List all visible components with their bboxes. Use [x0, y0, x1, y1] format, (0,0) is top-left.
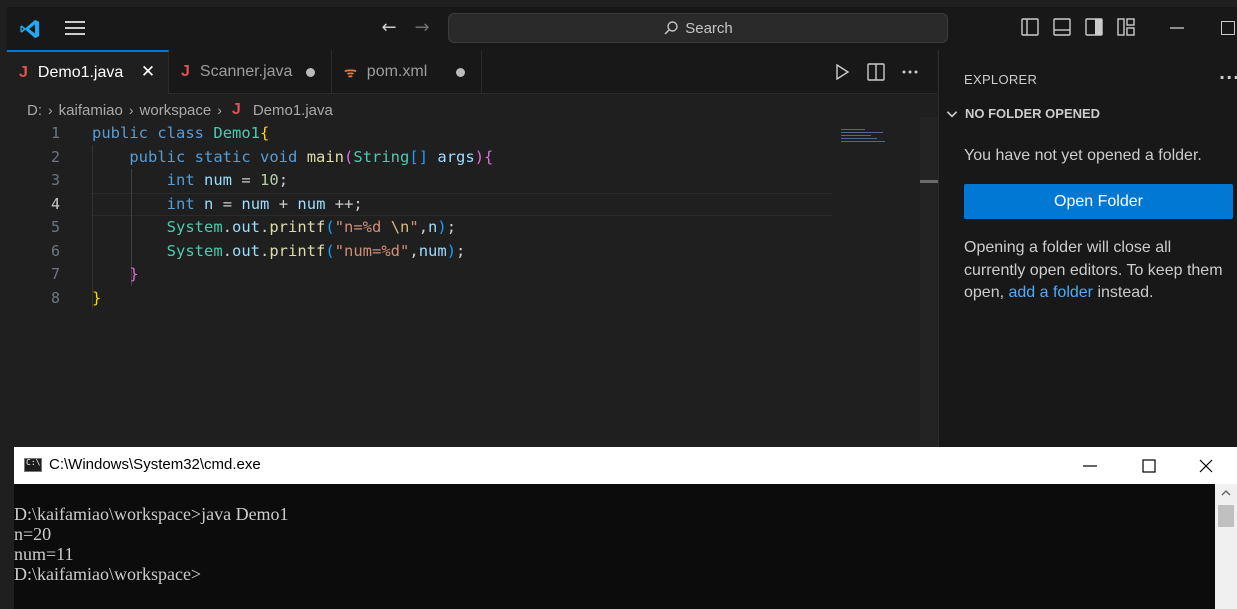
editor-scrollbar-thumb[interactable]: [920, 180, 938, 183]
tab-label: Demo1.java: [37, 64, 124, 81]
cmd-console-output[interactable]: D:\kaifamiao\workspace>java Demo1 n=20 n…: [14, 484, 1215, 609]
java-file-icon: J: [181, 63, 190, 80]
code-line-7[interactable]: }: [92, 263, 138, 287]
customize-layout-icon[interactable]: [1117, 18, 1135, 36]
line-number: 2: [50, 147, 60, 166]
more-actions-icon[interactable]: [901, 63, 919, 81]
chevron-right-icon: ›: [217, 102, 222, 118]
maximize-icon[interactable]: [1221, 21, 1235, 35]
unsaved-dot-icon[interactable]: [306, 68, 315, 77]
editor-scrollbar[interactable]: [920, 117, 938, 447]
cmd-app-icon: [24, 458, 42, 472]
command-center-search[interactable]: Search: [448, 13, 948, 43]
breadcrumb-folder-workspace[interactable]: workspace: [140, 102, 212, 119]
editor-actions: [833, 63, 919, 81]
minimap[interactable]: [841, 129, 886, 145]
vscode-logo-icon[interactable]: [19, 18, 41, 40]
line-number: 4: [50, 194, 60, 213]
line-number: 5: [50, 218, 60, 236]
toggle-panel-icon[interactable]: [1053, 18, 1071, 36]
line-number: 6: [50, 241, 60, 260]
explorer-sidebar: EXPLORER ··· NO FOLDER OPENED You have n…: [938, 50, 1237, 448]
java-file-icon: J: [19, 64, 28, 81]
line-number: 3: [50, 171, 60, 189]
maximize-icon[interactable]: [1139, 456, 1159, 476]
no-folder-section-header[interactable]: NO FOLDER OPENED: [945, 106, 1100, 121]
unsaved-dot-icon[interactable]: [456, 68, 465, 77]
minimize-icon[interactable]: [1167, 18, 1187, 38]
console-line: D:\kaifamiao\workspace>java Demo1: [14, 504, 289, 524]
code-line-2[interactable]: public static void main(String[] args){: [92, 146, 493, 170]
cmd-window-title: C:\Windows\System32\cmd.exe: [49, 456, 261, 473]
code-line-5[interactable]: System.out.printf("n=%d \n",n);: [92, 216, 456, 240]
layout-controls: [1021, 18, 1135, 36]
tab-label: Scanner.java: [199, 63, 293, 80]
line-number: 8: [50, 288, 60, 307]
breadcrumb-folder-kaifamiao[interactable]: kaifamiao: [59, 102, 123, 119]
toggle-primary-sidebar-icon[interactable]: [1021, 18, 1039, 36]
code-line-1[interactable]: public class Demo1{: [92, 122, 269, 146]
chevron-right-icon: ›: [48, 102, 53, 118]
breadcrumb-drive[interactable]: D:: [27, 102, 42, 119]
console-line: D:\kaifamiao\workspace>: [14, 564, 202, 584]
add-folder-link[interactable]: add a folder: [1008, 284, 1093, 301]
editor-tab-bar: J Demo1.java ✕ J Scanner.java ᯤ pom.xml: [7, 50, 937, 94]
search-placeholder: Search: [685, 19, 733, 37]
open-folder-note: Opening a folder will close all currentl…: [964, 239, 1223, 301]
breadcrumb-file[interactable]: Demo1.java: [253, 102, 333, 119]
close-icon[interactable]: ✕: [140, 63, 156, 80]
no-folder-message: You have not yet opened a folder.: [964, 147, 1202, 164]
code-line-6[interactable]: System.out.printf("num=%d",num);: [92, 240, 466, 264]
search-icon: [664, 21, 678, 35]
code-line-4[interactable]: int n = num + num ++;: [92, 193, 363, 217]
back-arrow-icon[interactable]: ←: [377, 17, 401, 39]
tab-label: pom.xml: [366, 63, 428, 80]
java-file-icon: J: [231, 101, 241, 118]
rss-icon: ᯤ: [344, 63, 357, 80]
forward-arrow-icon[interactable]: →: [410, 17, 434, 39]
tab-scanner-java[interactable]: J Scanner.java: [169, 50, 332, 94]
toggle-secondary-sidebar-icon[interactable]: [1085, 18, 1103, 36]
cmd-window: C:\Windows\System32\cmd.exe D:\kaifamiao…: [14, 447, 1237, 609]
console-line: n=20: [14, 524, 52, 544]
line-number: 1: [50, 124, 60, 142]
chevron-right-icon: ›: [128, 102, 134, 118]
explorer-title: EXPLORER: [964, 72, 1038, 87]
split-editor-icon[interactable]: [867, 63, 885, 81]
close-icon[interactable]: [1196, 456, 1216, 476]
section-title: NO FOLDER OPENED: [965, 106, 1101, 121]
tab-demo1-java[interactable]: J Demo1.java ✕: [7, 50, 169, 94]
run-icon[interactable]: [833, 63, 851, 81]
tab-pom-xml[interactable]: ᯤ pom.xml: [332, 50, 482, 94]
cmd-scrollbar[interactable]: [1215, 484, 1237, 609]
minimize-icon[interactable]: [1080, 456, 1100, 476]
breadcrumb: D: › kaifamiao › workspace › J Demo1.jav…: [27, 99, 333, 121]
code-editor[interactable]: 1 2 3 4 5 6 7 8 public class Demo1{ publ…: [7, 122, 937, 447]
code-line-3[interactable]: int num = 10;: [92, 169, 288, 193]
console-line: num=11: [14, 544, 74, 564]
more-actions-icon[interactable]: ···: [1219, 68, 1237, 87]
hamburger-menu-icon[interactable]: [65, 21, 85, 37]
cmd-scrollbar-thumb[interactable]: [1218, 505, 1234, 527]
code-line-8[interactable]: }: [92, 287, 101, 311]
chevron-down-icon: [946, 110, 958, 117]
open-folder-button[interactable]: Open Folder: [964, 184, 1233, 219]
title-bar: ← → Search: [7, 7, 1237, 50]
line-number: 7: [50, 265, 60, 283]
scroll-up-icon[interactable]: [1221, 488, 1231, 498]
cmd-title-bar: C:\Windows\System32\cmd.exe: [14, 447, 1237, 484]
